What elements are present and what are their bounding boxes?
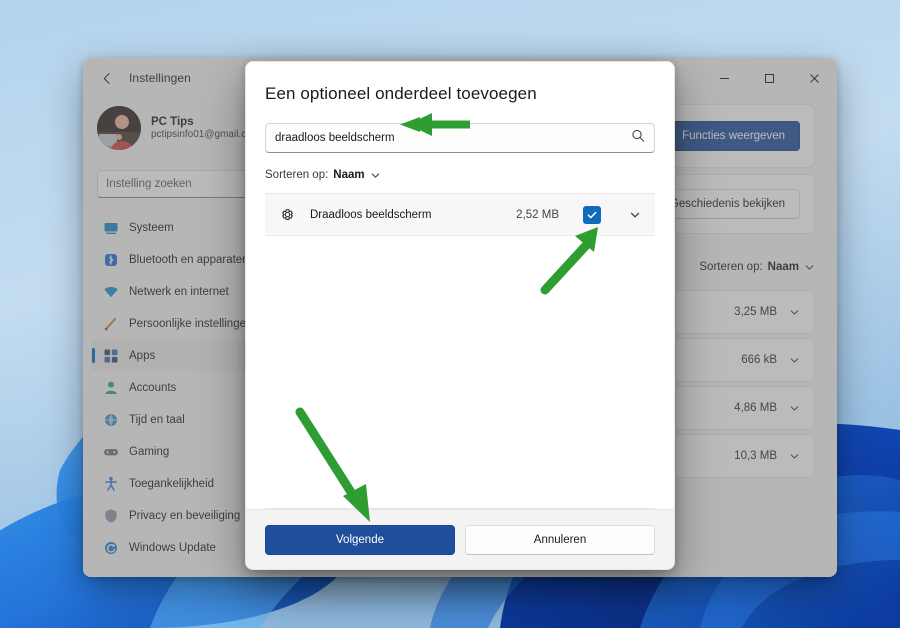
chevron-down-icon[interactable] — [789, 307, 800, 318]
bluetooth-icon — [103, 252, 119, 268]
sidebar-item-gaming[interactable]: Gaming — [91, 436, 260, 467]
arrow-left-icon — [101, 72, 114, 85]
sidebar-item-windows-update[interactable]: Windows Update — [91, 532, 260, 563]
sidebar-item-label: Tijd en taal — [129, 414, 185, 426]
dialog-sort-prefix: Sorteren op: — [265, 169, 328, 181]
feature-search-input[interactable]: draadloos beeldscherm — [265, 123, 655, 153]
minimize-button[interactable] — [702, 58, 747, 98]
chevron-down-icon[interactable] — [789, 403, 800, 414]
sidebar-item-label: Apps — [129, 350, 155, 362]
sidebar-item-label: Gaming — [129, 446, 169, 458]
chevron-down-icon[interactable] — [789, 451, 800, 462]
person-icon — [103, 380, 119, 396]
view-history-button[interactable]: Geschiedenis bekijken — [655, 189, 800, 219]
update-refresh-icon — [103, 540, 119, 556]
shield-icon — [103, 508, 119, 524]
gamepad-icon — [103, 444, 119, 460]
sidebar-item-netwerk[interactable]: Netwerk en internet — [91, 276, 260, 307]
sidebar-navigation: Systeem Bluetooth en apparaten Netwerk e… — [87, 204, 264, 563]
search-icon[interactable] — [631, 129, 645, 148]
sidebar-item-label: Toegankelijkheid — [129, 478, 214, 490]
window-controls — [702, 58, 837, 98]
monitor-icon — [103, 220, 119, 236]
sidebar: PC Tips pctipsinfo01@gmail.co Instelling… — [83, 98, 268, 577]
avatar — [97, 106, 141, 150]
window-title: Instellingen — [129, 71, 191, 85]
sidebar-item-persoonlijke-instellingen[interactable]: Persoonlijke instellingen — [91, 308, 260, 339]
dialog-title: Een optioneel onderdeel toevoegen — [265, 84, 655, 104]
sidebar-item-label: Privacy en beveiliging — [129, 510, 240, 522]
sidebar-item-label: Windows Update — [129, 542, 216, 554]
feature-size: 2,52 MB — [516, 209, 559, 221]
cancel-button[interactable]: Annuleren — [465, 525, 655, 555]
search-input[interactable]: Instelling zoeken — [97, 170, 254, 198]
sidebar-item-label: Systeem — [129, 222, 174, 234]
sidebar-item-accounts[interactable]: Accounts — [91, 372, 260, 403]
accessibility-icon — [103, 476, 119, 492]
avatar-photo-icon — [97, 106, 141, 150]
feature-size: 4,86 MB — [734, 402, 777, 414]
wifi-icon — [103, 284, 119, 300]
dialog-sort-value: Naam — [333, 169, 364, 181]
optional-feature-icon — [279, 206, 296, 223]
view-features-button[interactable]: Functies weergeven — [667, 121, 800, 151]
dialog-footer: Volgende Annuleren — [246, 509, 674, 569]
main-sort-value: Naam — [768, 261, 799, 273]
chevron-down-icon — [804, 262, 815, 273]
sidebar-item-apps[interactable]: Apps — [91, 340, 260, 371]
back-button[interactable] — [91, 63, 123, 93]
sidebar-item-toegankelijkheid[interactable]: Toegankelijkheid — [91, 468, 260, 499]
desktop-wallpaper: Instellingen — [0, 0, 900, 628]
expand-feature-chevron-down-icon[interactable] — [621, 201, 649, 229]
check-icon — [586, 209, 598, 221]
dialog-main: Een optioneel onderdeel toevoegen draadl… — [246, 62, 674, 509]
sidebar-item-bluetooth[interactable]: Bluetooth en apparaten — [91, 244, 260, 275]
paintbrush-icon — [103, 316, 119, 332]
feature-size: 3,25 MB — [734, 306, 777, 318]
next-button[interactable]: Volgende — [265, 525, 455, 555]
feature-size: 666 kB — [741, 354, 777, 366]
minimize-icon — [719, 73, 730, 84]
feature-size: 10,3 MB — [734, 450, 777, 462]
dialog-sort-row[interactable]: Sorteren op: Naam — [265, 169, 655, 181]
main-sort-prefix: Sorteren op: — [699, 261, 762, 273]
sidebar-item-label: Bluetooth en apparaten — [129, 254, 249, 266]
sidebar-item-label: Netwerk en internet — [129, 286, 229, 298]
search-placeholder: Instelling zoeken — [106, 178, 192, 190]
close-icon — [809, 73, 820, 84]
close-button[interactable] — [792, 58, 837, 98]
sidebar-item-systeem[interactable]: Systeem — [91, 212, 260, 243]
chevron-down-icon[interactable] — [370, 170, 381, 181]
sidebar-item-label: Accounts — [129, 382, 176, 394]
profile-text: PC Tips pctipsinfo01@gmail.co — [151, 115, 252, 142]
globe-clock-icon — [103, 412, 119, 428]
add-optional-feature-dialog: Een optioneel onderdeel toevoegen draadl… — [245, 61, 675, 570]
feature-results-list: Draadloos beeldscherm 2,52 MB — [265, 193, 655, 509]
profile-email: pctipsinfo01@gmail.co — [151, 129, 252, 142]
sidebar-item-label: Persoonlijke instellingen — [129, 318, 252, 330]
user-profile[interactable]: PC Tips pctipsinfo01@gmail.co — [87, 100, 264, 156]
sidebar-item-privacy[interactable]: Privacy en beveiliging — [91, 500, 260, 531]
profile-name: PC Tips — [151, 115, 252, 129]
maximize-button[interactable] — [747, 58, 792, 98]
chevron-down-icon[interactable] — [789, 355, 800, 366]
maximize-icon — [764, 73, 775, 84]
list-bottom-divider — [265, 508, 655, 509]
apps-grid-icon — [103, 348, 119, 364]
feature-name: Draadloos beeldscherm — [310, 209, 502, 221]
feature-search-value: draadloos beeldscherm — [275, 132, 395, 144]
sidebar-item-tijd-en-taal[interactable]: Tijd en taal — [91, 404, 260, 435]
sidebar-search-wrap: Instelling zoeken — [87, 156, 264, 204]
list-item[interactable]: Draadloos beeldscherm 2,52 MB — [265, 194, 655, 236]
feature-checkbox[interactable] — [583, 206, 601, 224]
